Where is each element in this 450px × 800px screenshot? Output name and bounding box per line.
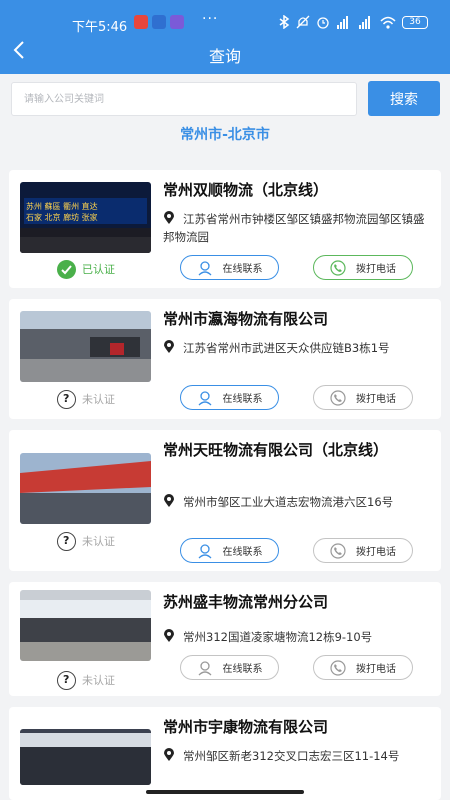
unverified-status: ? 未认证 [57,389,115,409]
sign-text-1: 苏州 蘇區 衢州 直达 [26,201,98,211]
battery-icon: 36 [402,15,428,29]
company-card[interactable]: 常州市宇康物流有限公司 常州邹区新老312交叉口志宏三区11-14号 [9,707,441,800]
location-pin-icon [164,629,174,642]
search-input[interactable] [11,82,357,116]
company-card[interactable]: 苏州盛丰物流常州分公司 常州312国道凌家塘物流12栋9-10号 ? 未认证 在… [9,582,441,696]
call-button[interactable]: 拨打电话 [313,255,413,280]
mute-icon [296,15,310,29]
sign-text-2: 石家 北京 廊坊 张家 [26,212,98,222]
phone-icon [330,659,346,676]
online-contact-button[interactable]: 在线联系 [180,255,279,280]
company-name: 常州双顺物流（北京线） [163,181,329,199]
company-address: 常州312国道凌家塘物流12栋9-10号 [163,628,435,646]
location-pin-icon [164,340,174,353]
company-photo: 苏州 蘇區 衢州 直达 石家 北京 廊坊 张家 [20,182,151,253]
company-card[interactable]: 常州市瀛海物流有限公司 江苏省常州市武进区天众供应链B3栋1号 ? 未认证 在线… [9,299,441,419]
bluetooth-icon [279,15,290,29]
home-indicator[interactable] [146,790,304,794]
search-button[interactable]: 搜索 [368,81,440,116]
location-pin-icon [164,494,174,507]
status-right-icons: 36 [278,15,428,29]
company-address: 江苏省常州市武进区天众供应链B3栋1号 [163,339,435,357]
company-name: 苏州盛丰物流常州分公司 [163,593,329,611]
company-address: 常州市邹区工业大道志宏物流港六区16号 [163,493,435,511]
app-header: 下午5:46 ··· 36 查询 [0,0,450,74]
customer-service-icon [198,543,211,558]
company-address: 江苏省常州市钟楼区邹区镇盛邦物流园邹区镇盛邦物流园 [163,211,425,244]
signal-icon [337,15,348,29]
online-contact-button[interactable]: 在线联系 [180,538,279,563]
company-photo [20,311,151,382]
check-circle-icon [57,259,76,279]
route-label: 常州市-北京市 [180,127,270,143]
unverified-status: ? 未认证 [57,670,115,690]
customer-service-icon [198,260,211,275]
question-circle-icon: ? [57,670,76,690]
question-circle-icon: ? [57,389,76,409]
question-circle-icon: ? [57,531,76,551]
customer-service-icon [198,660,211,675]
more-dots-icon: ··· [202,11,219,27]
location-pin-icon [164,211,174,224]
status-time: 下午5:46 [72,20,128,35]
online-contact-button[interactable]: 在线联系 [180,655,279,680]
company-name: 常州市宇康物流有限公司 [163,718,329,736]
company-photo [20,453,151,524]
cast-icon [134,15,148,29]
online-contact-button[interactable]: 在线联系 [180,385,279,410]
status-notification-icons [134,15,184,29]
verified-status: 已认证 [57,259,115,279]
phone-icon [330,542,346,559]
signal-icon-2 [359,15,370,29]
phone-icon [330,389,346,406]
customer-service-icon [198,390,211,405]
company-address: 常州邹区新老312交叉口志宏三区11-14号 [163,747,435,765]
phone-icon [330,259,346,276]
company-photo [20,729,151,785]
translate-icon [152,15,166,29]
call-button[interactable]: 拨打电话 [313,538,413,563]
call-button[interactable]: 拨打电话 [313,385,413,410]
alarm-icon [317,17,329,29]
company-name: 常州市瀛海物流有限公司 [163,310,329,328]
location-pin-icon [164,748,174,761]
page-title: 查询 [208,47,241,66]
wifi-icon [380,16,396,29]
company-photo [20,590,151,661]
company-name: 常州天旺物流有限公司（北京线） [163,441,389,459]
company-card[interactable]: 常州天旺物流有限公司（北京线） 常州市邹区工业大道志宏物流港六区16号 ? 未认… [9,430,441,571]
call-button[interactable]: 拨打电话 [313,655,413,680]
app-icon [170,15,184,29]
status-bar: 下午5:46 ··· 36 [0,0,450,40]
unverified-status: ? 未认证 [57,531,115,551]
company-card[interactable]: 苏州 蘇區 衢州 直达 石家 北京 廊坊 张家 常州双顺物流（北京线） 江苏省常… [9,170,441,288]
